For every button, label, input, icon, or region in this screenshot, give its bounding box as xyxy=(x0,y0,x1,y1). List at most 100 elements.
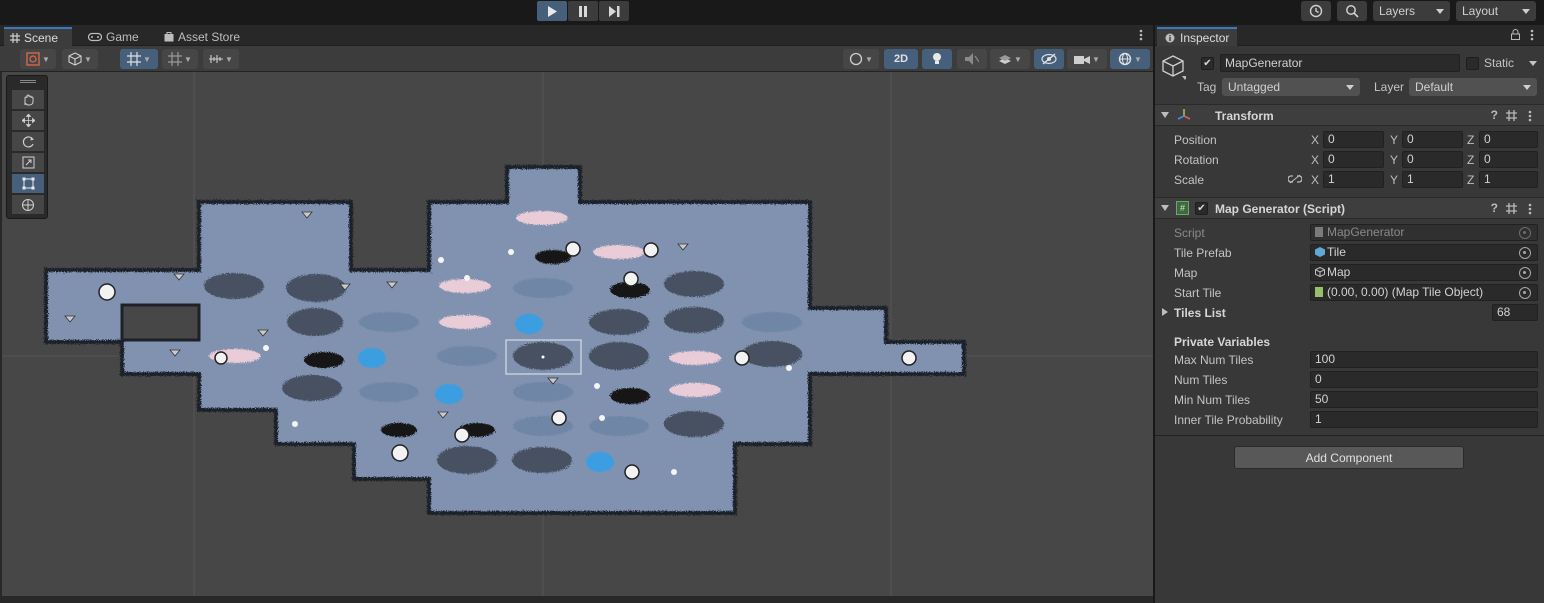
layer-value: Default xyxy=(1415,80,1454,94)
add-component-button[interactable]: Add Component xyxy=(1234,446,1464,469)
pivot-point[interactable] xyxy=(541,355,545,359)
speaker-icon xyxy=(965,53,979,65)
object-picker-icon[interactable] xyxy=(1519,247,1531,259)
toggle-2d-button[interactable]: 2D xyxy=(884,49,918,69)
foldout-arrow-icon[interactable] xyxy=(1161,112,1169,118)
visibility-dropdown[interactable]: ▼ xyxy=(843,49,879,69)
ruler-dropdown[interactable]: ▼ xyxy=(203,49,239,69)
inspector-panel: Inspector ✔ MapGenerator Static Tag Unta… xyxy=(1155,25,1544,603)
preset-icon[interactable] xyxy=(1506,203,1517,214)
layer-dropdown[interactable]: Default xyxy=(1409,78,1537,96)
num-tiles-field[interactable]: 0 xyxy=(1310,371,1538,388)
camera-dropdown[interactable]: ▼ xyxy=(1067,49,1107,69)
hand-tool[interactable] xyxy=(12,90,44,109)
render-mode-dropdown[interactable]: ▼ xyxy=(62,49,98,69)
tiles-list-label[interactable]: Tiles List xyxy=(1174,306,1226,320)
history-button[interactable] xyxy=(1301,1,1331,21)
scene-viewport[interactable] xyxy=(2,72,1153,596)
transform-header[interactable]: Transform ? xyxy=(1155,104,1544,126)
object-picker-icon[interactable] xyxy=(1519,287,1531,299)
map-hole xyxy=(120,303,201,342)
prefab-icon xyxy=(1315,247,1325,257)
scale-tool[interactable] xyxy=(12,153,44,172)
inner-tile-probability-field[interactable]: 1 xyxy=(1310,411,1538,428)
tile-prefab-field[interactable]: Tile xyxy=(1310,244,1538,261)
rect-tool[interactable] xyxy=(12,174,44,193)
map-generator-header[interactable]: # ✔ Map Generator (Script) ? xyxy=(1155,197,1544,219)
move-icon xyxy=(21,114,35,127)
lightbulb-icon xyxy=(933,53,941,64)
private-variables-header: Private Variables xyxy=(1174,335,1271,349)
gameobject-icon xyxy=(1315,267,1325,277)
tab-game[interactable]: Game xyxy=(82,27,152,46)
position-z-field[interactable]: 0 xyxy=(1479,131,1538,148)
snap-grid-icon xyxy=(168,52,183,66)
grid-snap-dropdown[interactable]: ▼ xyxy=(120,49,158,69)
transform-tool[interactable] xyxy=(12,195,44,214)
lighting-toggle[interactable] xyxy=(922,49,952,69)
static-chevron-icon[interactable] xyxy=(1529,61,1537,66)
tab-game-label: Game xyxy=(106,29,139,44)
search-button[interactable] xyxy=(1337,1,1367,21)
more-options-icon[interactable] xyxy=(1528,110,1532,122)
link-scale-icon[interactable] xyxy=(1288,174,1302,184)
scene-canvas[interactable] xyxy=(2,72,1153,596)
preset-icon[interactable] xyxy=(1506,110,1517,121)
component-divider xyxy=(1155,435,1544,436)
position-x-field[interactable]: 0 xyxy=(1323,131,1384,148)
pause-button[interactable] xyxy=(568,1,598,21)
foldout-arrow-icon[interactable] xyxy=(1161,205,1169,211)
tab-asset-store[interactable]: Asset Store xyxy=(158,27,254,46)
component-enabled-checkbox[interactable]: ✔ xyxy=(1195,202,1208,215)
foldout-closed-icon[interactable] xyxy=(1162,308,1168,316)
scale-z-field[interactable]: 1 xyxy=(1479,171,1538,188)
start-tile-field[interactable]: (0.00, 0.00) (Map Tile Object) xyxy=(1310,284,1538,301)
map-field[interactable]: Map xyxy=(1310,264,1538,281)
start-tile-label: Start Tile xyxy=(1174,286,1222,300)
tab-inspector-label: Inspector xyxy=(1180,30,1230,45)
max-num-tiles-field[interactable]: 100 xyxy=(1310,351,1538,368)
step-button[interactable] xyxy=(599,1,629,21)
rotation-z-field[interactable]: 0 xyxy=(1479,151,1538,168)
tiles-list-count-field[interactable]: 68 xyxy=(1492,304,1538,321)
step-icon xyxy=(608,5,619,17)
move-tool[interactable] xyxy=(12,111,44,130)
lock-icon[interactable] xyxy=(1511,29,1520,40)
effects-icon xyxy=(999,55,1012,64)
tools-overlay xyxy=(6,75,48,219)
scale-y-field[interactable]: 1 xyxy=(1402,171,1463,188)
play-button[interactable] xyxy=(537,1,567,21)
scale-x-field[interactable]: 1 xyxy=(1323,171,1384,188)
min-num-tiles-field[interactable]: 50 xyxy=(1310,391,1538,408)
rotation-y-label: Y xyxy=(1390,153,1399,167)
object-picker-icon[interactable] xyxy=(1519,267,1531,279)
tag-dropdown[interactable]: Untagged xyxy=(1222,78,1360,96)
scriptable-object-icon xyxy=(1315,287,1323,297)
help-icon[interactable]: ? xyxy=(1491,108,1498,122)
more-options-icon[interactable] xyxy=(1530,29,1534,41)
active-checkbox[interactable]: ✔ xyxy=(1201,57,1214,70)
tab-scene[interactable]: Scene xyxy=(4,27,72,46)
position-label: Position xyxy=(1174,133,1217,147)
max-num-tiles-label: Max Num Tiles xyxy=(1174,353,1254,367)
bag-icon xyxy=(164,32,174,42)
increment-snap-dropdown[interactable]: ▼ xyxy=(162,49,198,69)
draw-mode-dropdown[interactable]: ▼ xyxy=(20,49,56,69)
rotation-y-field[interactable]: 0 xyxy=(1402,151,1463,168)
audio-toggle[interactable] xyxy=(957,49,987,69)
more-options-icon[interactable] xyxy=(1139,29,1143,41)
effects-dropdown[interactable]: ▼ xyxy=(990,49,1030,69)
position-y-field[interactable]: 0 xyxy=(1402,131,1463,148)
layers-dropdown[interactable]: Layers xyxy=(1373,1,1450,21)
object-name-field[interactable]: MapGenerator xyxy=(1220,54,1460,72)
static-checkbox[interactable] xyxy=(1466,57,1479,70)
hidden-objects-toggle[interactable] xyxy=(1034,49,1064,69)
tab-inspector[interactable]: Inspector xyxy=(1157,27,1238,46)
rotation-x-field[interactable]: 0 xyxy=(1323,151,1384,168)
rotate-tool[interactable] xyxy=(12,132,44,151)
more-options-icon[interactable] xyxy=(1528,203,1532,215)
gizmos-dropdown[interactable]: ▼ xyxy=(1110,49,1150,69)
drag-handle[interactable] xyxy=(20,80,36,81)
layout-dropdown[interactable]: Layout xyxy=(1456,1,1536,21)
help-icon[interactable]: ? xyxy=(1491,201,1498,215)
